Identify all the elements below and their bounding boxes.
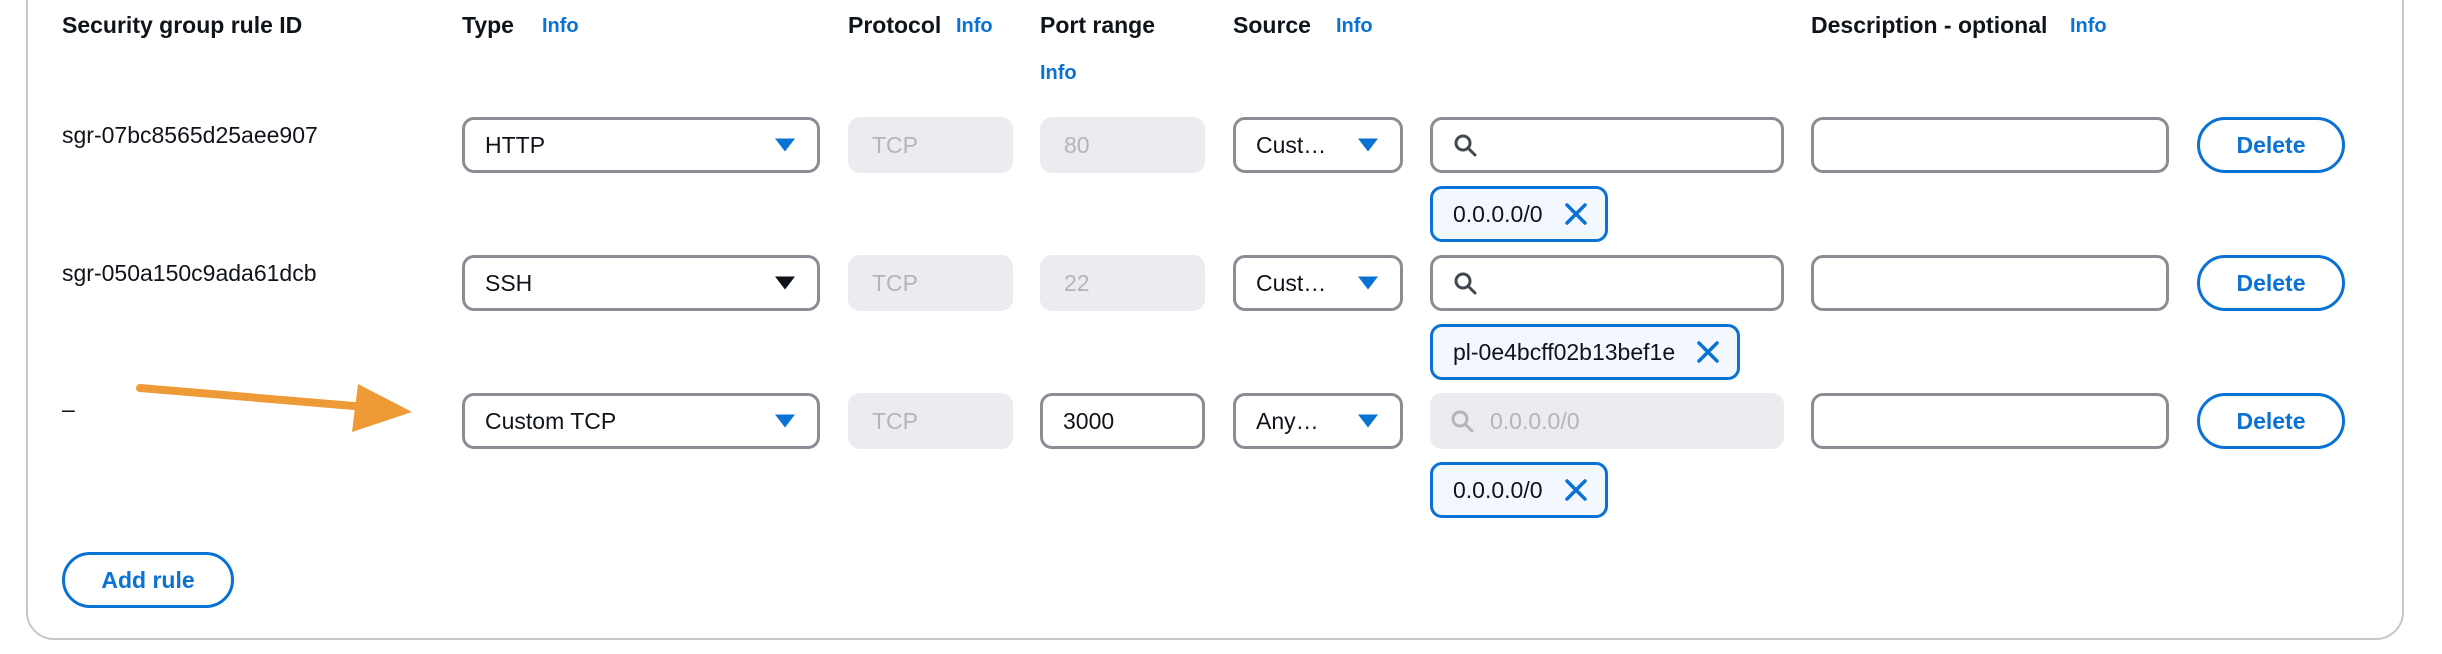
type-value: SSH — [485, 269, 533, 296]
chevron-down-icon — [1358, 276, 1378, 290]
source-type-value: Cust… — [1256, 269, 1327, 296]
source-type-select[interactable]: Cust… — [1233, 117, 1403, 173]
source-search-input[interactable] — [1430, 255, 1784, 311]
header-source: Source — [1233, 12, 1311, 38]
source-type-value: Cust… — [1256, 131, 1327, 158]
type-value: Custom TCP — [485, 407, 617, 434]
close-icon[interactable] — [1695, 339, 1721, 365]
type-value: HTTP — [485, 131, 546, 158]
close-icon[interactable] — [1563, 477, 1589, 503]
header-port-range: Port range — [1040, 12, 1156, 38]
rule-id: – — [62, 396, 75, 422]
port-range-field: 22 — [1040, 255, 1205, 311]
header-rule-id: Security group rule ID — [62, 12, 303, 38]
delete-button[interactable]: Delete — [2197, 117, 2345, 173]
chevron-down-icon — [1358, 138, 1378, 152]
description-input[interactable] — [1811, 393, 2169, 449]
type-info-link[interactable]: Info — [542, 15, 579, 38]
source-search-placeholder: 0.0.0.0/0 — [1490, 407, 1580, 434]
close-icon[interactable] — [1563, 201, 1589, 227]
chevron-down-icon — [1358, 414, 1378, 428]
header-type: Type — [462, 12, 514, 38]
type-select[interactable]: Custom TCP — [462, 393, 820, 449]
source-type-select[interactable]: Cust… — [1233, 255, 1403, 311]
search-icon — [1454, 272, 1477, 295]
port-range-field: 80 — [1040, 117, 1205, 173]
chevron-down-icon — [775, 276, 795, 290]
chevron-down-icon — [775, 138, 795, 152]
protocol-field: TCP — [848, 255, 1013, 311]
source-type-select[interactable]: Any… — [1233, 393, 1403, 449]
header-description: Description - optional — [1811, 12, 2048, 38]
protocol-info-link[interactable]: Info — [956, 15, 993, 38]
search-icon — [1451, 410, 1474, 433]
source-token: pl-0e4bcff02b13bef1e — [1430, 324, 1741, 380]
description-info-link[interactable]: Info — [2070, 15, 2107, 38]
type-select[interactable]: HTTP — [462, 117, 820, 173]
source-token-label: 0.0.0.0/0 — [1453, 476, 1543, 503]
search-icon — [1454, 134, 1477, 157]
type-select[interactable]: SSH — [462, 255, 820, 311]
protocol-field: TCP — [848, 117, 1013, 173]
source-token-label: pl-0e4bcff02b13bef1e — [1453, 338, 1676, 365]
port-range-input[interactable]: 3000 — [1040, 393, 1205, 449]
header-protocol: Protocol — [848, 12, 942, 38]
arrow-icon — [136, 384, 412, 432]
source-type-value: Any… — [1256, 407, 1319, 434]
port-range-info-link[interactable]: Info — [1040, 62, 1077, 85]
source-search-input: 0.0.0.0/0 — [1430, 393, 1784, 449]
add-rule-button[interactable]: Add rule — [62, 552, 234, 608]
description-input[interactable] — [1811, 117, 2169, 173]
rule-id: sgr-07bc8565d25aee907 — [62, 122, 318, 148]
description-input[interactable] — [1811, 255, 2169, 311]
source-info-link[interactable]: Info — [1336, 15, 1373, 38]
inbound-rules-panel — [26, 0, 2404, 640]
source-token-label: 0.0.0.0/0 — [1453, 200, 1543, 227]
delete-button[interactable]: Delete — [2197, 255, 2345, 311]
source-token: 0.0.0.0/0 — [1430, 462, 1608, 518]
delete-button[interactable]: Delete — [2197, 393, 2345, 449]
protocol-field: TCP — [848, 393, 1013, 449]
source-search-input[interactable] — [1430, 117, 1784, 173]
chevron-down-icon — [775, 414, 795, 428]
source-token: 0.0.0.0/0 — [1430, 186, 1608, 242]
rule-id: sgr-050a150c9ada61dcb — [62, 260, 317, 286]
